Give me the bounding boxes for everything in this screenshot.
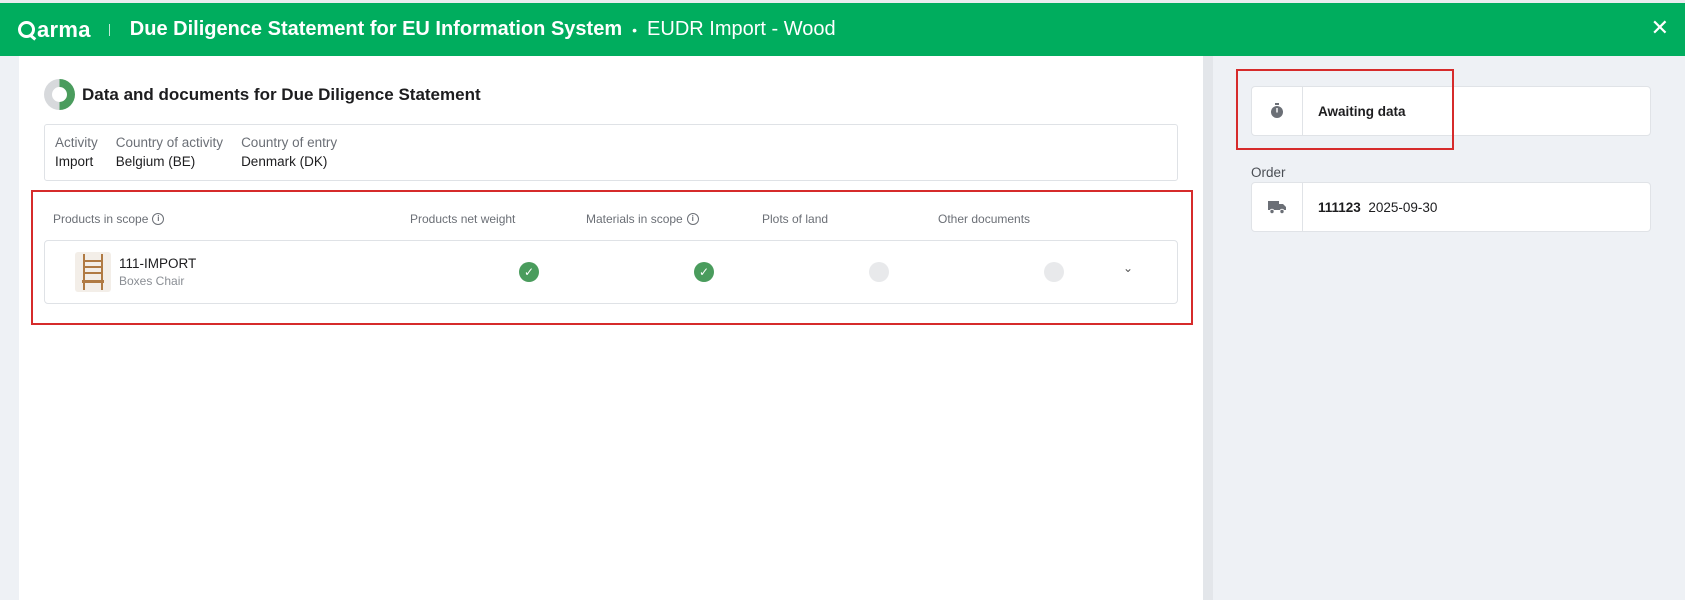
info-value: Import — [55, 154, 94, 169]
col-plots-label: Plots of land — [762, 212, 829, 226]
close-icon[interactable]: ✕ — [1651, 15, 1669, 41]
page-subtitle: EUDR Import - Wood — [647, 18, 836, 40]
info-country-entry: Country of entry Denmark (DK) — [241, 135, 337, 180]
page-title: Due Diligence Statement for EU Informati… — [129, 18, 623, 40]
side-panel: Awaiting data Order 111123 2025-09-30 — [1213, 56, 1685, 600]
order-card[interactable]: 111123 2025-09-30 — [1251, 182, 1651, 232]
info-value: Denmark (DK) — [241, 154, 328, 169]
info-value: Belgium (BE) — [115, 154, 196, 169]
col-products: Products in scope i — [53, 212, 165, 226]
highlight-status — [1236, 69, 1454, 150]
title-dot: • — [632, 21, 638, 38]
order-details: 111123 2025-09-30 — [1303, 200, 1437, 215]
order-date: 2025-09-30 — [1368, 199, 1438, 215]
info-label: Country of entry — [241, 135, 338, 150]
main-panel: Data and documents for Due Diligence Sta… — [19, 56, 1203, 600]
logo-q-icon — [18, 21, 35, 38]
brand-text: arma — [37, 16, 91, 42]
info-icon[interactable]: i — [686, 213, 699, 225]
chair-icon — [82, 254, 104, 290]
col-documents-label: Other documents — [938, 212, 1031, 226]
info-icon[interactable]: i — [152, 213, 165, 225]
order-label: Order — [1251, 165, 1286, 180]
col-materials-label: Materials in scope — [586, 212, 683, 226]
col-plots: Plots of land — [762, 212, 828, 226]
panel-divider — [1203, 56, 1213, 600]
progress-donut-icon — [44, 79, 75, 110]
info-label: Country of activity — [115, 135, 224, 150]
product-code: 111-IMPORT — [119, 256, 197, 271]
weight-status-check-icon: ✓ — [519, 262, 539, 282]
info-label: Activity — [55, 135, 98, 150]
product-row[interactable]: 111-IMPORT Boxes Chair ✓ ✓ ⌄ — [44, 240, 1178, 304]
plots-status-icon — [869, 262, 889, 282]
product-thumbnail — [75, 252, 111, 292]
col-weight-label: Products net weight — [410, 212, 516, 226]
top-bar: arma Due Diligence Statement for EU Info… — [0, 0, 1685, 56]
col-documents: Other documents — [938, 212, 1030, 226]
col-products-label: Products in scope — [53, 212, 149, 226]
info-activity: Activity Import — [55, 135, 98, 180]
statement-info: Activity Import Country of activity Belg… — [44, 124, 1178, 181]
info-country-activity: Country of activity Belgium (BE) — [116, 135, 223, 180]
brand-logo: arma — [18, 17, 91, 43]
product-name: Boxes Chair — [119, 274, 185, 288]
order-id: 111123 — [1318, 199, 1361, 215]
col-weight: Products net weight — [410, 212, 515, 226]
materials-status-check-icon: ✓ — [694, 262, 714, 282]
section-header: Data and documents for Due Diligence Sta… — [44, 79, 481, 110]
col-materials: Materials in scope i — [586, 212, 699, 226]
header-separator — [108, 23, 110, 36]
documents-status-icon — [1044, 262, 1064, 282]
section-title: Data and documents for Due Diligence Sta… — [82, 84, 481, 104]
truck-icon — [1252, 183, 1303, 231]
chevron-down-icon[interactable]: ⌄ — [1123, 261, 1133, 275]
